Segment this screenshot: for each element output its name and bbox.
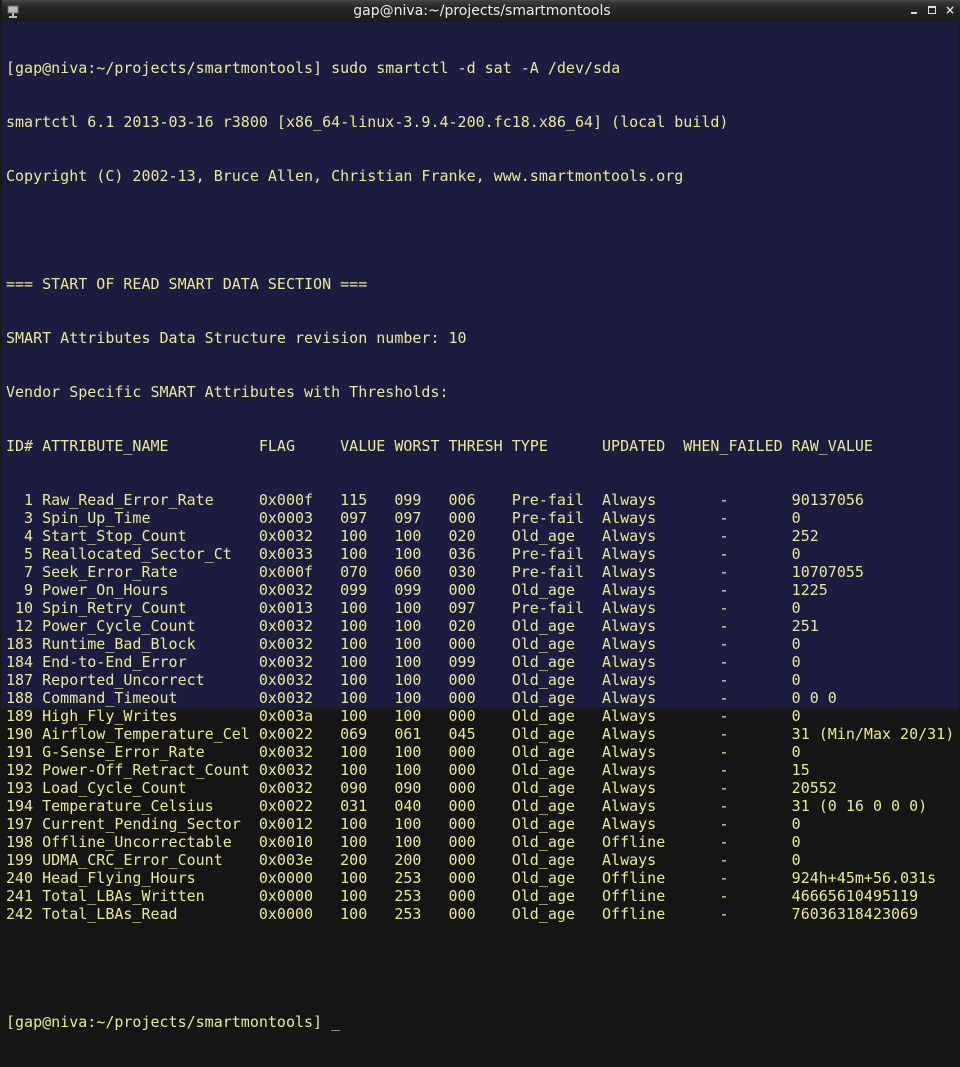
attribute-row: 5 Reallocated_Sector_Ct 0x0033 100 100 0…: [6, 545, 801, 563]
attribute-row: 191 G-Sense_Error_Rate 0x0032 100 100 00…: [6, 743, 801, 761]
output-line: Copyright (C) 2002-13, Bruce Allen, Chri…: [6, 167, 684, 185]
minimize-icon[interactable]: [908, 4, 920, 16]
title-bar[interactable]: gap@niva:~/projects/smartmontools ×: [2, 0, 960, 22]
attribute-row: 198 Offline_Uncorrectable 0x0010 100 100…: [6, 833, 801, 851]
attribute-row: 12 Power_Cycle_Count 0x0032 100 100 020 …: [6, 617, 819, 635]
attribute-row: 242 Total_LBAs_Read 0x0000 100 253 000 O…: [6, 905, 919, 923]
command-line: [gap@niva:~/projects/smartmontools] sudo…: [6, 59, 954, 77]
attribute-row: 183 Runtime_Bad_Block 0x0032 100 100 000…: [6, 635, 801, 653]
attribute-row: 189 High_Fly_Writes 0x003a 100 100 000 O…: [6, 707, 801, 725]
output-line: SMART Attributes Data Structure revision…: [6, 329, 467, 347]
maximize-icon[interactable]: [926, 4, 938, 16]
attribute-row: 240 Head_Flying_Hours 0x0000 100 253 000…: [6, 869, 937, 887]
attribute-row: 7 Seek_Error_Rate 0x000f 070 060 030 Pre…: [6, 563, 864, 581]
section-header: === START OF READ SMART DATA SECTION ===: [6, 275, 368, 293]
attribute-row: 3 Spin_Up_Time 0x0003 097 097 000 Pre-fa…: [6, 509, 801, 527]
attribute-table: 1 Raw_Read_Error_Rate 0x000f 115 099 006…: [6, 491, 954, 923]
attribute-row: 192 Power-Off_Retract_Count 0x0032 100 1…: [6, 761, 810, 779]
table-header: ID# ATTRIBUTE_NAME FLAG VALUE WORST THRE…: [6, 437, 873, 455]
terminal-output[interactable]: [gap@niva:~/projects/smartmontools] sudo…: [6, 23, 954, 1031]
attribute-row: 187 Reported_Uncorrect 0x0032 100 100 00…: [6, 671, 801, 689]
attribute-row: 10 Spin_Retry_Count 0x0013 100 100 097 P…: [6, 599, 801, 617]
attribute-row: 9 Power_On_Hours 0x0032 099 099 000 Old_…: [6, 581, 828, 599]
attribute-row: 193 Load_Cycle_Count 0x0032 090 090 000 …: [6, 779, 837, 797]
attribute-row: 194 Temperature_Celsius 0x0022 031 040 0…: [6, 797, 928, 815]
output-line: Vendor Specific SMART Attributes with Th…: [6, 383, 449, 401]
output-line: smartctl 6.1 2013-03-16 r3800 [x86_64-li…: [6, 113, 729, 131]
attribute-row: 188 Command_Timeout 0x0032 100 100 000 O…: [6, 689, 837, 707]
shell-prompt: [gap@niva:~/projects/smartmontools]: [6, 59, 323, 77]
attribute-row: 199 UDMA_CRC_Error_Count 0x003e 200 200 …: [6, 851, 801, 869]
window-controls: ×: [908, 4, 956, 18]
terminal-window: gap@niva:~/projects/smartmontools × [gap…: [0, 0, 960, 1031]
attribute-row: 197 Current_Pending_Sector 0x0012 100 10…: [6, 815, 801, 833]
window-title: gap@niva:~/projects/smartmontools: [353, 3, 611, 19]
text-cursor: _: [331, 1013, 341, 1031]
shell-prompt: [gap@niva:~/projects/smartmontools]: [6, 1013, 323, 1031]
attribute-row: 241 Total_LBAs_Written 0x0000 100 253 00…: [6, 887, 919, 905]
attribute-row: 1 Raw_Read_Error_Rate 0x000f 115 099 006…: [6, 491, 864, 509]
close-icon[interactable]: ×: [944, 4, 956, 16]
attribute-row: 4 Start_Stop_Count 0x0032 100 100 020 Ol…: [6, 527, 819, 545]
active-prompt-line[interactable]: [gap@niva:~/projects/smartmontools] _: [6, 1013, 954, 1031]
command-text: sudo smartctl -d sat -A /dev/sda: [331, 59, 621, 77]
attribute-row: 184 End-to-End_Error 0x0032 100 100 099 …: [6, 653, 801, 671]
attribute-row: 190 Airflow_Temperature_Cel 0x0022 069 0…: [6, 725, 955, 743]
